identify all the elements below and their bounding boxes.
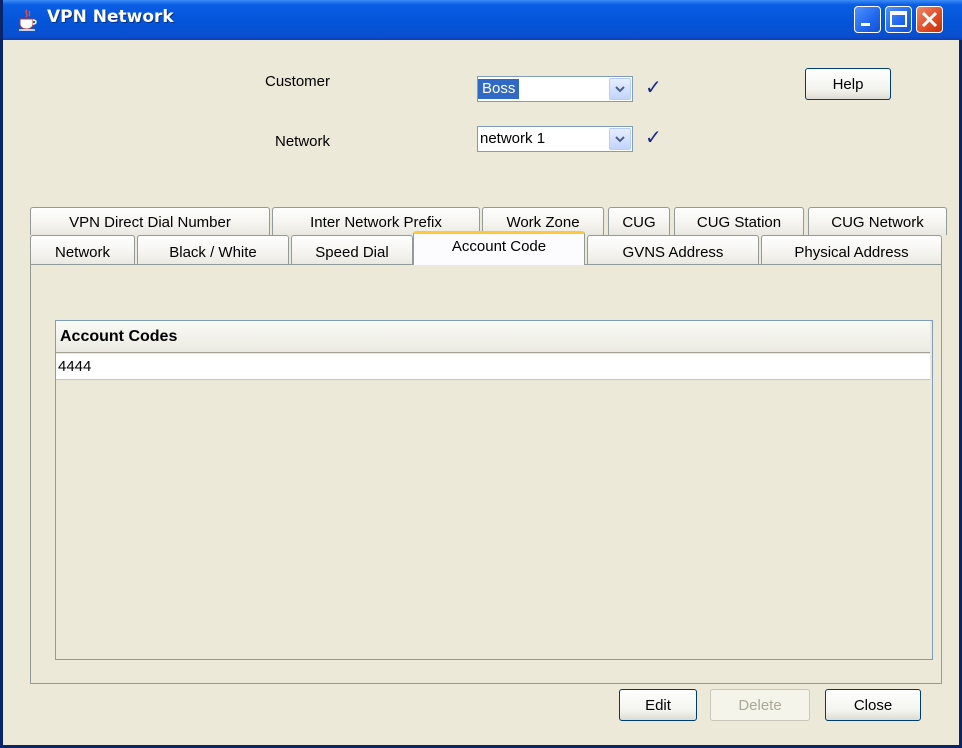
window-title: VPN Network [47,7,174,27]
network-check-icon: ✓ [645,125,662,149]
tab-cug-network[interactable]: CUG Network [808,207,947,235]
customer-label: Customer [265,73,331,90]
title-bar[interactable]: VPN Network [3,0,962,40]
tab-cug-station[interactable]: CUG Station [674,207,804,235]
tab-account-code[interactable]: Account Code [413,231,585,265]
vpn-network-window: VPN Network Customer Boss ✓ Network netw… [0,0,962,748]
maximize-button[interactable] [885,6,912,33]
account-codes-table[interactable]: Account Codes 4444 [55,320,933,660]
table-cell: 4444 [58,358,92,375]
customer-check-icon: ✓ [645,75,662,99]
close-window-button[interactable] [916,6,943,33]
tab-black-white[interactable]: Black / White [137,235,289,265]
network-select[interactable]: network 1 [477,126,633,152]
delete-button[interactable]: Delete [710,689,810,721]
chevron-down-icon[interactable] [609,128,631,150]
tab-physical-address[interactable]: Physical Address [761,235,942,265]
tab-vpn-direct-dial-number[interactable]: VPN Direct Dial Number [30,207,270,235]
edit-button[interactable]: Edit [619,689,697,721]
close-icon [921,11,938,28]
network-value: network 1 [480,130,546,147]
maximize-icon [890,11,907,27]
table-row[interactable]: 4444 [56,354,930,380]
network-label: Network [275,133,331,150]
customer-value: Boss [478,79,520,99]
chevron-down-icon[interactable] [609,78,631,100]
tab-gvns-address[interactable]: GVNS Address [587,235,759,265]
help-button[interactable]: Help [805,68,891,100]
tab-network[interactable]: Network [30,235,135,265]
java-cup-icon [19,9,37,31]
tab-speed-dial[interactable]: Speed Dial [291,235,413,265]
minimize-icon [861,23,870,26]
tab-cug[interactable]: CUG [608,207,670,235]
close-button[interactable]: Close [825,689,921,721]
column-header-account-codes[interactable]: Account Codes [56,321,930,353]
minimize-button[interactable] [854,6,881,33]
customer-select[interactable]: Boss [477,76,633,102]
